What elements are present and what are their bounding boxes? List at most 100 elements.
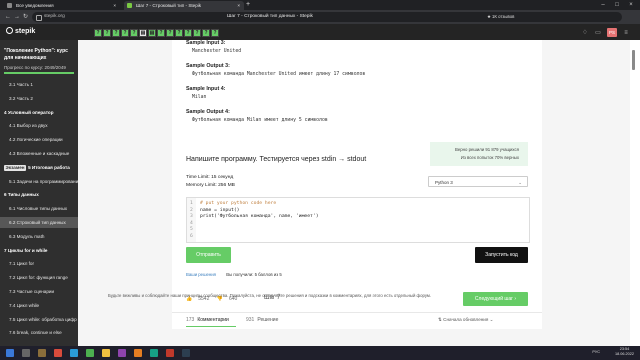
app-icon[interactable] [182, 349, 190, 357]
step-nav-3[interactable]: ? [112, 29, 120, 37]
code-editor[interactable]: 123456 # put your python code here name =… [186, 197, 530, 243]
sample-output-3-label: Sample Output 3: [186, 63, 230, 69]
back-icon[interactable]: ← [5, 13, 11, 21]
clock[interactable]: 23:54 18.06.2022 [615, 347, 634, 357]
app-icon[interactable] [134, 349, 142, 357]
sidebar-item[interactable]: 3.2 Часть 2 [0, 93, 78, 104]
sample-output-4: Футбольная команда Milan имеет длину 5 с… [192, 118, 328, 123]
language-select[interactable]: Python 3 ⌄ [428, 176, 528, 187]
memory-limit: Memory Limit: 256 MB [186, 183, 235, 188]
sidebar-item-label: 6.2 Строковый тип данных [9, 220, 66, 225]
start-icon[interactable] [6, 349, 14, 357]
step-nav-13[interactable]: ? [202, 29, 210, 37]
sidebar-item[interactable]: 7.1 Цикл for [0, 258, 78, 269]
chevron-right-icon: › [514, 296, 517, 302]
sidebar-item-label: 5.1 Задачи на программирование [9, 178, 78, 184]
close-tab-icon[interactable]: × [237, 1, 240, 10]
sidebar-item[interactable]: 7.4 Цикл while [0, 300, 78, 311]
forward-icon[interactable]: → [14, 13, 20, 21]
app-icon[interactable] [166, 349, 174, 357]
address-input[interactable]: stepik.org Шаг 7 - Строковый тип данных … [32, 12, 622, 22]
step-nav-2[interactable]: ? [103, 29, 111, 37]
sidebar-item[interactable]: 7.6 break, continue и else [0, 327, 78, 338]
sidebar-item[interactable]: 5.1 Задачи на программирование [0, 176, 78, 187]
sidebar-item[interactable]: 4.2 Логические операции [0, 134, 78, 145]
app-icon[interactable] [150, 349, 158, 357]
tab-solutions[interactable]: 931 Решение [246, 317, 278, 323]
sidebar-item-label: 4.1 Выбор из двух [9, 123, 48, 129]
close-tab-icon[interactable]: × [113, 1, 116, 10]
sidebar-item-label: 4.2 Логические операции [9, 137, 63, 143]
close-window-icon[interactable]: × [624, 0, 638, 10]
sidebar-item-label: 7.1 Цикл for [9, 261, 35, 267]
sort-select[interactable]: ⇅ Сначала обновления ⌄ [438, 317, 494, 323]
language-value: Python 3 [435, 180, 453, 185]
run-code-button[interactable]: Запустить код [475, 247, 528, 263]
sidebar-item-label: 7.4 Цикл while [9, 302, 40, 308]
app-icon[interactable] [118, 349, 126, 357]
keyboard-language[interactable]: РУС [592, 350, 600, 354]
search-icon[interactable] [22, 349, 30, 357]
page-scrollbar[interactable] [630, 40, 636, 346]
sidebar-module[interactable]: Экзамен 5 Итоговая работа [0, 162, 78, 173]
step-nav-14[interactable]: ? [211, 29, 219, 37]
sidebar-item[interactable]: 4.1 Выбор из двух [0, 120, 78, 131]
avatar[interactable]: PS [607, 28, 617, 37]
step-nav-11[interactable]: ? [184, 29, 192, 37]
scrollbar-thumb[interactable] [632, 50, 635, 70]
sample-output-4-label: Sample Output 4: [186, 109, 230, 115]
sidebar-item[interactable]: 3.1 Часть 1 [0, 79, 78, 90]
sidebar-item[interactable]: 7.3 Частые сценарии [0, 286, 78, 297]
chat-icon[interactable]: ▭ [594, 29, 602, 37]
step-nav-7[interactable]: ▤ [148, 29, 156, 37]
reviews-badge[interactable]: ★ 1К отзывов [487, 12, 514, 22]
sidebar-item[interactable]: 6.1 Числовые типы данных [0, 203, 78, 214]
lock-icon [36, 15, 42, 21]
maximize-icon[interactable]: □ [610, 0, 624, 10]
code-line: print('Футбольная команда', name, 'имеет… [200, 214, 319, 219]
solutions-label: Решение [257, 317, 279, 323]
step-nav-5[interactable]: ? [130, 29, 138, 37]
step-nav-8[interactable]: ? [157, 29, 165, 37]
sidebar-module[interactable]: 4 Условный оператор [0, 107, 78, 118]
stepik-logo[interactable]: stepik [6, 27, 60, 37]
step-nav-10[interactable]: ? [175, 29, 183, 37]
bell-icon[interactable]: ♢ [581, 29, 589, 37]
sidebar-item[interactable]: 6.3 Модуль math [0, 231, 78, 242]
sidebar-item[interactable]: 6.2 Строковый тип данных [0, 217, 78, 228]
folder-icon[interactable] [102, 349, 110, 357]
sidebar-module[interactable]: 6 Типы данных [0, 189, 78, 200]
solution-links: Ваши решения Вы получили: 5 баллов из 5 [186, 272, 282, 277]
step-nav-9[interactable]: ? [166, 29, 174, 37]
step-nav-12[interactable]: ? [193, 29, 201, 37]
reload-icon[interactable]: ↻ [23, 13, 28, 21]
sidebar-module[interactable]: 7 Циклы for и while [0, 245, 78, 256]
file-explorer-icon[interactable] [38, 349, 46, 357]
sidebar-item[interactable]: 7.2 Цикл for: функция range [0, 272, 78, 283]
app-icon[interactable] [54, 349, 62, 357]
line-number: 6 [190, 233, 193, 239]
sidebar-item-label: 7.6 break, continue и else [9, 330, 62, 336]
browser-tab-active[interactable]: Шаг 7 - Строковый тип - Stepik × [124, 1, 244, 10]
step-nav-4[interactable]: ? [121, 29, 129, 37]
sample-input-3: Manchester United [192, 49, 242, 54]
next-step-button[interactable]: Следующий шаг › [463, 292, 528, 306]
menu-icon[interactable]: ≡ [622, 29, 630, 37]
line-number: 2 [190, 207, 193, 213]
course-title[interactable]: "Поколение Python": курс для начинающих [4, 48, 76, 61]
browser-tab-notifications[interactable]: Все уведомления × [4, 1, 120, 10]
sidebar-item-label: 3.1 Часть 1 [9, 82, 33, 87]
step-nav-6[interactable]: ▤ [139, 29, 147, 37]
sidebar-item[interactable]: 4.3 Вложенные и каскадные [0, 148, 78, 159]
submit-button[interactable]: Отправить [186, 247, 231, 263]
minimize-icon[interactable]: – [596, 0, 610, 10]
new-tab-icon[interactable]: + [246, 1, 250, 9]
step-nav-1[interactable]: ? [94, 29, 102, 37]
sample-output-3: Футбольная команда Manchester United име… [192, 72, 366, 77]
chrome-icon[interactable] [86, 349, 94, 357]
code-line: name = input() [200, 207, 240, 213]
tab-comments[interactable]: 173 Комментарии [186, 317, 229, 323]
your-solutions-link[interactable]: Ваши решения [186, 272, 216, 277]
edge-icon[interactable] [70, 349, 78, 357]
sidebar-item[interactable]: 7.5 Цикл while: обработка цифр [0, 314, 78, 325]
